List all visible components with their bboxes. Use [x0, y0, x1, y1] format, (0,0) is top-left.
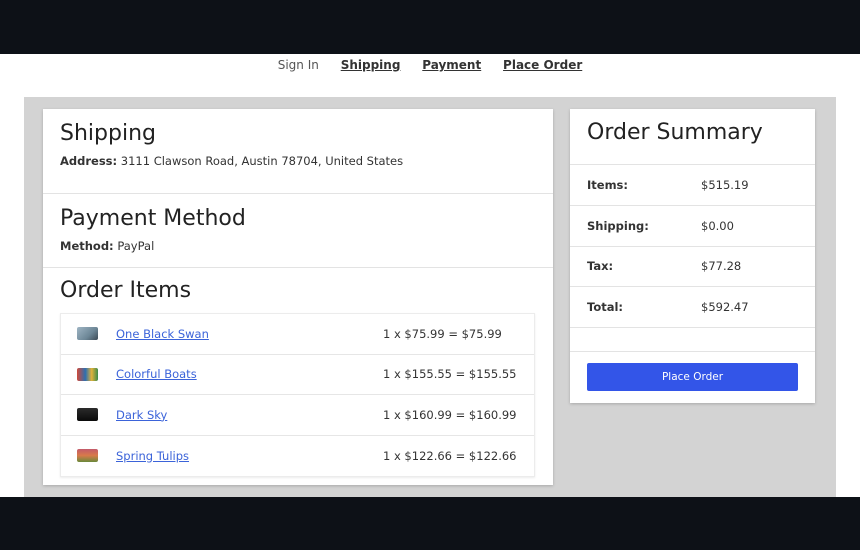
- summary-value: $515.19: [701, 177, 749, 192]
- list-item: Dark Sky 1 x $160.99 = $160.99: [61, 395, 534, 436]
- shipping-title: Shipping: [60, 121, 156, 146]
- order-summary-title: Order Summary: [570, 109, 815, 165]
- shipping-address: Address: 3111 Clawson Road, Austin 78704…: [60, 154, 536, 168]
- product-link[interactable]: Spring Tulips: [116, 449, 189, 463]
- order-details-card: Shipping Address: 3111 Clawson Road, Aus…: [43, 109, 553, 485]
- order-summary-card: Order Summary Items: $515.19 Shipping: $…: [570, 109, 815, 403]
- method-value: PayPal: [117, 239, 155, 253]
- summary-label: Items:: [587, 177, 629, 192]
- product-thumbnail[interactable]: [77, 449, 98, 463]
- product-thumbnail[interactable]: [77, 327, 98, 341]
- method-label: Method:: [60, 239, 114, 253]
- item-price-line: 1 x $160.99 = $160.99: [383, 407, 517, 422]
- list-item: Spring Tulips 1 x $122.66 = $122.66: [61, 436, 534, 477]
- summary-row-total: Total: $592.47: [570, 287, 815, 328]
- summary-value: $77.28: [701, 259, 742, 274]
- step-shipping[interactable]: Shipping: [341, 58, 401, 72]
- product-thumbnail[interactable]: [77, 367, 98, 381]
- item-price-line: 1 x $122.66 = $122.66: [383, 448, 517, 463]
- summary-label: Total:: [587, 300, 624, 315]
- product-thumbnail[interactable]: [77, 408, 98, 422]
- checkout-steps: Sign In Shipping Payment Place Order: [0, 58, 860, 72]
- list-item: One Black Swan 1 x $75.99 = $75.99: [61, 314, 534, 355]
- summary-row-items: Items: $515.19: [570, 165, 815, 206]
- summary-value: $0.00: [701, 218, 734, 233]
- summary-label: Shipping:: [587, 218, 649, 233]
- list-item: Colorful Boats 1 x $155.55 = $155.55: [61, 355, 534, 395]
- item-price-line: 1 x $75.99 = $75.99: [383, 326, 502, 341]
- payment-title: Payment Method: [60, 206, 246, 231]
- address-label: Address:: [60, 154, 118, 168]
- summary-row-shipping: Shipping: $0.00: [570, 206, 815, 247]
- step-payment[interactable]: Payment: [422, 58, 481, 72]
- summary-row-tax: Tax: $77.28: [570, 247, 815, 288]
- product-link[interactable]: Colorful Boats: [116, 367, 197, 381]
- summary-divider: [570, 328, 815, 352]
- step-place-order[interactable]: Place Order: [503, 58, 582, 72]
- summary-value: $592.47: [701, 300, 749, 315]
- bottom-black-bar: [0, 497, 860, 550]
- product-link[interactable]: One Black Swan: [116, 327, 209, 341]
- order-items-list: One Black Swan 1 x $75.99 = $75.99 Color…: [60, 313, 535, 477]
- step-sign-in[interactable]: Sign In: [278, 58, 319, 72]
- address-value: 3111 Clawson Road, Austin 78704, United …: [120, 154, 404, 168]
- order-items-section: Order Items One Black Swan 1 x $75.99 = …: [43, 268, 553, 477]
- product-link[interactable]: Dark Sky: [116, 408, 167, 422]
- top-black-bar: [0, 0, 860, 54]
- summary-label: Tax:: [587, 259, 614, 274]
- shipping-section: Shipping Address: 3111 Clawson Road, Aus…: [43, 109, 553, 194]
- item-price-line: 1 x $155.55 = $155.55: [383, 367, 517, 382]
- content-area: Shipping Address: 3111 Clawson Road, Aus…: [24, 97, 836, 497]
- place-order-button[interactable]: Place Order: [587, 363, 798, 391]
- order-items-title: Order Items: [60, 278, 192, 303]
- page: Sign In Shipping Payment Place Order Shi…: [0, 54, 860, 497]
- payment-section: Payment Method Method: PayPal: [43, 194, 553, 268]
- payment-method: Method: PayPal: [60, 239, 536, 253]
